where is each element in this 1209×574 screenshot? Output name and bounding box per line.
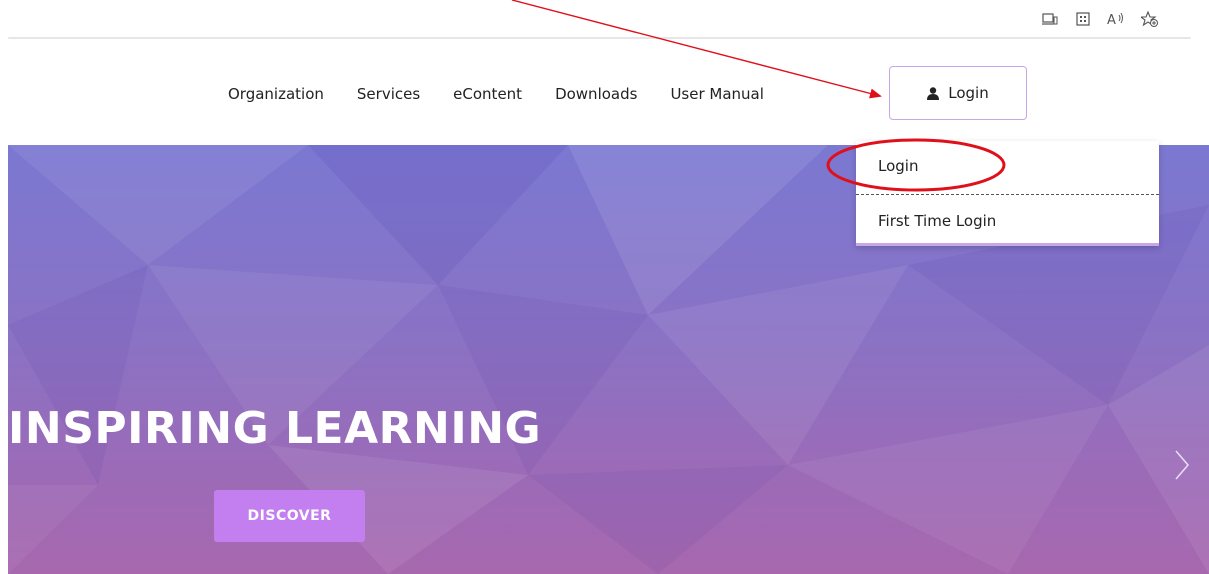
dropdown-item-login[interactable]: Login: [878, 157, 918, 175]
hero-title: INSPIRING LEARNING: [8, 403, 542, 454]
login-button[interactable]: Login: [889, 66, 1027, 120]
chevron-right-icon[interactable]: [1172, 445, 1192, 485]
toolbar-divider: [8, 37, 1191, 39]
add-favorite-icon[interactable]: [1140, 10, 1160, 28]
svg-text:A: A: [1107, 13, 1116, 26]
nav-organization[interactable]: Organization: [228, 85, 324, 103]
login-button-label: Login: [948, 84, 989, 102]
dropdown-divider: [856, 194, 1159, 195]
browser-toolbar: A: [0, 0, 1209, 38]
device-icon[interactable]: [1040, 10, 1060, 28]
main-nav: Organization Services eContent Downloads…: [228, 84, 797, 104]
nav-econtent[interactable]: eContent: [453, 85, 522, 103]
read-aloud-icon[interactable]: A: [1106, 10, 1126, 28]
nav-downloads[interactable]: Downloads: [555, 85, 637, 103]
nav-services[interactable]: Services: [357, 85, 420, 103]
discover-button[interactable]: DISCOVER: [214, 490, 365, 542]
dropdown-item-first-time-login[interactable]: First Time Login: [878, 212, 996, 230]
nav-user-manual[interactable]: User Manual: [670, 85, 763, 103]
qr-code-icon[interactable]: [1073, 10, 1093, 28]
login-dropdown-menu: Login First Time Login: [856, 141, 1159, 246]
user-icon: [927, 86, 940, 100]
